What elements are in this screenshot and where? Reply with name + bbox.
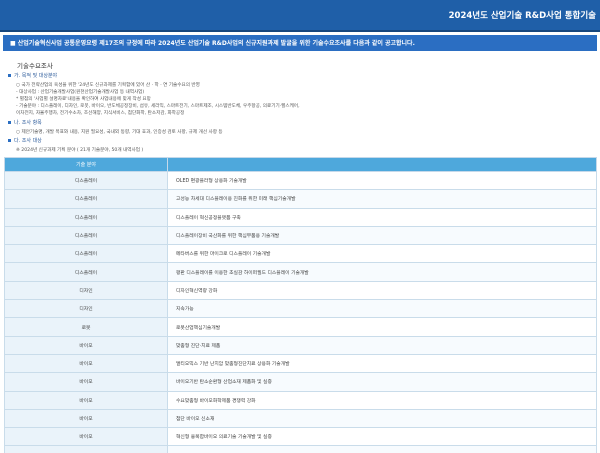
cell-program-name: 바이오기반 탄소순환형 산업소재 제품화 및 실증 xyxy=(167,372,597,392)
target-heading: 다. 조사 대상 xyxy=(8,137,42,144)
cell-tech-field: 바이오 xyxy=(4,409,168,429)
cell-program-name: 지속가능 xyxy=(167,299,597,319)
cell-program-name: 맞춤형 진단·치료 제품 xyxy=(167,336,597,355)
table-row: 디스플레이 OLED 편광플라형 상용화 기술개발 xyxy=(4,171,597,191)
table-row: 디스플레이 평판 디스플레이를 이용한 초실감 하이퍼필드 디스플레이 기술개발 xyxy=(4,262,597,282)
purpose-line: - 기술분야 : 디스플레이, 디자인, 로봇, 바이오, 반도체공정장비, 섬… xyxy=(16,104,300,109)
table-row: 바이오 혁신형 융복합바이오 의료기술 기술개발 및 실증 xyxy=(4,427,597,447)
cell-tech-field: 디스플레이 xyxy=(4,226,168,246)
table-row: 디스플레이 디스플레이장비 국산화를 위한 핵심부품용 기술개발 xyxy=(4,226,597,246)
cell-program-name: 멀티오믹스 기반 난치암 맞춤형진단치료 상용화 기술개발 xyxy=(167,354,597,374)
table-row: 로봇 로봇산업핵심기술개발 xyxy=(4,317,597,337)
table-row: 바이오 첨단 바이오 신소재 xyxy=(4,409,597,429)
cell-tech-field: 디자인 xyxy=(4,281,168,301)
column-header-field: 기술 분야 xyxy=(4,157,168,172)
table-row: 바이오 맞춤형 진단·치료 제품 xyxy=(4,336,597,355)
target-line: ※ 2024년 신규과제 기획 분야 ( 21개 기술분야, 50개 내역사업 … xyxy=(16,148,144,153)
purpose-heading: 가. 목적 및 대상분야 xyxy=(8,72,57,79)
cell-tech-field: 로봇 xyxy=(4,317,168,337)
cell-tech-field: 디스플레이 xyxy=(4,262,168,282)
cell-tech-field: 디스플레이 xyxy=(4,189,168,209)
table-row: 바이오 수요맞춤형 바이오화학제품 경쟁력 강화 xyxy=(4,391,597,410)
cell-program-name: 고성능 차세대 디스플레이용 진화를 위한 미래 핵심기술개발 xyxy=(167,189,597,209)
cell-tech-field: 디스플레이 xyxy=(4,244,168,264)
cell-program-name: 평판 디스플레이를 이용한 초실감 하이퍼필드 디스플레이 기술개발 xyxy=(167,262,597,282)
table-row: 디스플레이 메타버스를 위한 마이크로 디스플레이 기술개발 xyxy=(4,244,597,264)
bullet-square-icon xyxy=(8,139,11,142)
cell-program-name: PIM 인공지능반도체핵심기술개발 xyxy=(167,445,597,453)
table-header-row: 기술 분야 xyxy=(4,157,597,172)
cell-program-name: 첨단 바이오 신소재 xyxy=(167,409,597,429)
cell-tech-field: 디자인 xyxy=(4,299,168,319)
table-row: 디자인 지속가능 xyxy=(4,299,597,319)
cell-program-name: 디자인혁신역량 강화 xyxy=(167,281,597,301)
items-heading: 나. 조사 항목 xyxy=(8,119,42,126)
bullet-square-icon xyxy=(8,121,11,124)
cell-tech-field: 바이오 xyxy=(4,354,168,374)
table-row: 디스플레이 고성능 차세대 디스플레이용 진화를 위한 미래 핵심기술개발 xyxy=(4,189,597,209)
cell-tech-field: 디스플레이 xyxy=(4,171,168,191)
purpose-line: ○ 국가 전략산업의 육성을 위한 '24년도 신규과제를 기획함에 있어 산 … xyxy=(16,83,200,88)
table-row: 바이오 바이오기반 탄소순환형 산업소재 제품화 및 실증 xyxy=(4,372,597,392)
purpose-line: - 대상사업 : 산업기술개발사업(원천산업기술개발사업 등 내역사업) xyxy=(16,90,145,95)
top-banner: 2024년도 산업기술 R&D사업 통합기술 xyxy=(0,0,600,32)
notice-text: ■ 산업기술혁신사업 공통운영요령 제17조의 규정에 따라 2024년도 산업… xyxy=(10,40,415,47)
section-title: 기술수요조사 xyxy=(17,62,53,70)
table-row: 디스플레이 디스플레이 혁신공정플랫폼 구축 xyxy=(4,208,597,227)
purpose-line: 이차전지, 자율주행차, 전기수소차, 조선해양, 지식서비스, 첨단화학, 탄… xyxy=(16,111,185,116)
items-line: ○ 제안기술명, 개발 목표와 내용, 지원 필요성, 국내외 동향, 기대 효… xyxy=(16,130,223,135)
table-body: 디스플레이 OLED 편광플라형 상용화 기술개발 디스플레이 고성능 차세대 디스플… xyxy=(4,171,597,453)
cell-program-name: 로봇산업핵심기술개발 xyxy=(167,317,597,337)
cell-tech-field: 바이오 xyxy=(4,372,168,392)
cell-tech-field: 바이오 xyxy=(4,427,168,447)
cell-tech-field: 반도체공정장비 xyxy=(4,445,168,453)
table-row: 반도체공정장비PIM 인공지능반도체핵심기술개발 xyxy=(4,445,597,453)
table-row: 바이오 멀티오믹스 기반 난치암 맞춤형진단치료 상용화 기술개발 xyxy=(4,354,597,374)
cell-program-name: OLED 편광플라형 상용화 기술개발 xyxy=(167,171,597,191)
notice-bar: ■ 산업기술혁신사업 공통운영요령 제17조의 규정에 따라 2024년도 산업… xyxy=(3,35,597,51)
cell-tech-field: 디스플레이 xyxy=(4,208,168,227)
cell-program-name: 메타버스를 위한 마이크로 디스플레이 기술개발 xyxy=(167,244,597,264)
cell-program-name: 디스플레이장비 국산화를 위한 핵심부품용 기술개발 xyxy=(167,226,597,246)
cell-program-name: 수요맞춤형 바이오화학제품 경쟁력 강화 xyxy=(167,391,597,410)
cell-program-name: 디스플레이 혁신공정플랫폼 구축 xyxy=(167,208,597,227)
table-row: 디자인 디자인혁신역량 강화 xyxy=(4,281,597,301)
cell-tech-field: 바이오 xyxy=(4,391,168,410)
bullet-square-icon xyxy=(8,74,11,77)
page-title: 2024년도 산업기술 R&D사업 통합기술 xyxy=(448,11,596,21)
column-header-program xyxy=(167,157,597,172)
tech-field-table: 기술 분야 디스플레이 OLED 편광플라형 상용화 기술개발 디스플레이 고성능 차… xyxy=(4,157,597,453)
purpose-line: * 별첨의 '사업별 설명자료'내용을 확인하여 사업내용에 맞게 작성 요망 xyxy=(16,97,151,102)
cell-program-name: 혁신형 융복합바이오 의료기술 기술개발 및 실증 xyxy=(167,427,597,447)
cell-tech-field: 바이오 xyxy=(4,336,168,355)
